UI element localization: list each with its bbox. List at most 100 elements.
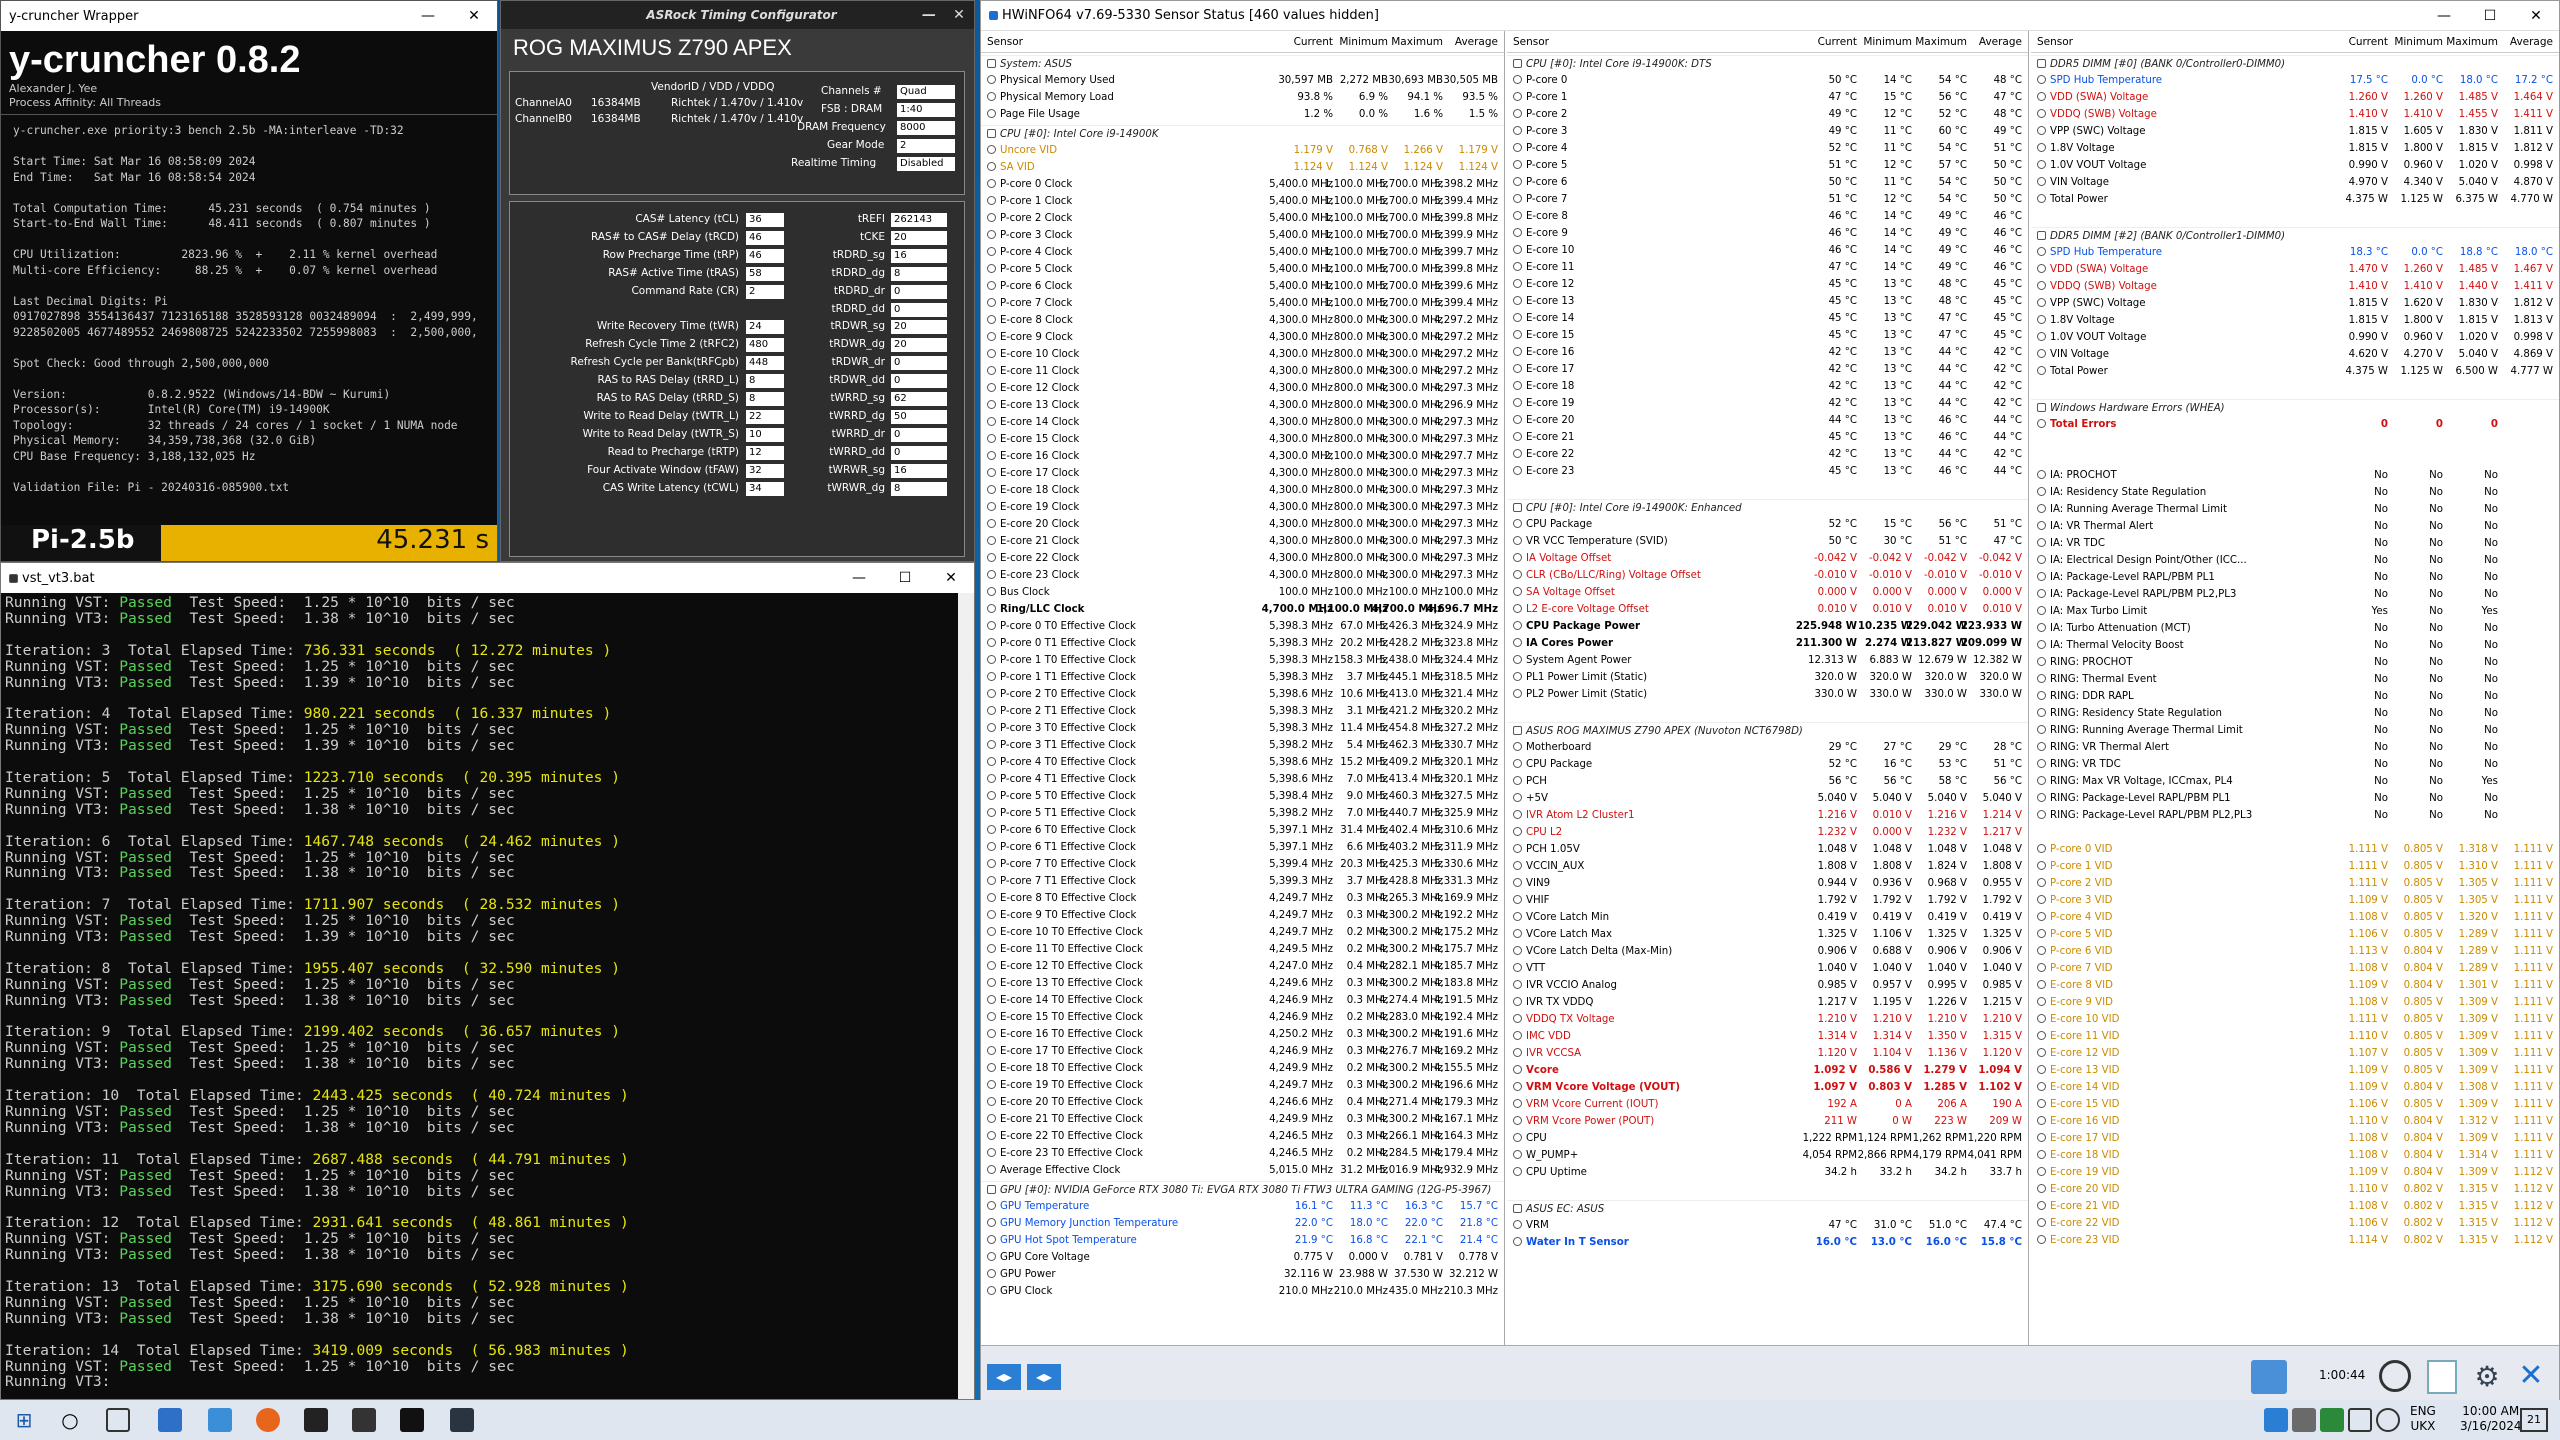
sensor-row[interactable]: P-core 5 VID 1.106 V 0.805 V 1.289 V 1.111 V (2031, 926, 2559, 943)
app-icon-2[interactable] (208, 1408, 232, 1432)
minimize-button[interactable]: — (914, 1, 944, 29)
sensor-row[interactable]: 1.0V VOUT Voltage 0.990 V 0.960 V 1.020 V 0.… (2031, 157, 2559, 174)
sensor-row[interactable]: P-core 0 Clock 5,400.0 MHz 1,100.0 MHz 5,70… (981, 176, 1504, 193)
sensor-row[interactable]: Total Power 4.375 W 1.125 W 6.375 W 4.770 W (2031, 191, 2559, 208)
sensor-row[interactable]: Bus Clock 100.0 MHz 100.0 MHz 100.0 MHz 100.… (981, 584, 1504, 601)
sensor-row[interactable]: DDR5 DIMM [#2] (BANK 0/Controller1-DIMM0… (2031, 227, 2559, 244)
sensor-row[interactable]: E-core 19 VID 1.109 V 0.804 V 1.309 V 1.112 … (2031, 1164, 2559, 1181)
sensor-row[interactable]: P-core 5 Clock 5,400.0 MHz 1,100.0 MHz 5,70… (981, 261, 1504, 278)
sensor-row[interactable]: E-core 18 VID 1.108 V 0.804 V 1.314 V 1.111 … (2031, 1147, 2559, 1164)
sensor-row[interactable]: E-core 12 45 °C 13 °C 48 °C 45 °C (1507, 276, 2028, 293)
sensor-row[interactable]: IA: Package-Level RAPL/PBM PL2,PL3 No No No (2031, 586, 2559, 603)
sensor-row[interactable] (2031, 450, 2559, 467)
sensor-row[interactable]: VIN Voltage 4.620 V 4.270 V 5.040 V 4.869 V (2031, 346, 2559, 363)
sensor-row[interactable]: Total Errors 0 0 0 (2031, 416, 2559, 433)
nav-right-icon[interactable]: ◂▸ (1027, 1364, 1061, 1390)
sensor-row[interactable] (1507, 1181, 2028, 1198)
sensor-row[interactable]: CPU Package 52 °C 15 °C 56 °C 51 °C (1507, 516, 2028, 533)
tray-icon-2[interactable] (2292, 1408, 2316, 1432)
sensor-row[interactable] (2031, 433, 2559, 450)
sensor-row[interactable]: IVR VCCIO Analog 0.985 V 0.957 V 0.995 V 0.9… (1507, 977, 2028, 994)
volume-icon[interactable] (2376, 1408, 2400, 1432)
sensor-row[interactable]: E-core 11 Clock 4,300.0 MHz 800.0 MHz 4,300… (981, 363, 1504, 380)
sensor-row[interactable]: E-core 8 Clock 4,300.0 MHz 800.0 MHz 4,300.… (981, 312, 1504, 329)
header-minimum[interactable]: Minimum (1339, 36, 1388, 48)
field-value[interactable]: 1:40 (897, 103, 955, 117)
sensor-row[interactable]: CPU Package Power 225.948 W 10.235 W 229.04… (1507, 618, 2028, 635)
sensor-row[interactable]: E-core 10 Clock 4,300.0 MHz 800.0 MHz 4,300… (981, 346, 1504, 363)
sensor-row[interactable]: PCH 56 °C 56 °C 58 °C 56 °C (1507, 773, 2028, 790)
sensor-row[interactable]: RING: Residency State Regulation No No No (2031, 705, 2559, 722)
sensor-row[interactable]: E-core 10 46 °C 14 °C 49 °C 46 °C (1507, 242, 2028, 259)
header-current[interactable]: Current (1294, 36, 1333, 48)
sensor-row[interactable]: E-core 20 VID 1.110 V 0.802 V 1.315 V 1.112 … (2031, 1181, 2559, 1198)
sensor-row[interactable]: RING: PROCHOT No No No (2031, 654, 2559, 671)
sensor-row[interactable]: P-core 0 50 °C 14 °C 54 °C 48 °C (1507, 72, 2028, 89)
sensor-row[interactable]: IA: Thermal Velocity Boost No No No (2031, 637, 2559, 654)
field-value[interactable]: 8000 (897, 121, 955, 135)
sensor-row[interactable]: P-core 5 T1 Effective Clock 5,398.2 MHz 7.… (981, 805, 1504, 822)
sensor-row[interactable]: E-core 8 46 °C 14 °C 49 °C 46 °C (1507, 208, 2028, 225)
sensor-row[interactable]: Uncore VID 1.179 V 0.768 V 1.266 V 1.179 V (981, 142, 1504, 159)
sensor-row[interactable] (2031, 380, 2559, 397)
sensor-row[interactable]: VRM Vcore Voltage (VOUT) 1.097 V 0.803 V 1.… (1507, 1079, 2028, 1096)
sensor-row[interactable]: Windows Hardware Errors (WHEA) (2031, 399, 2559, 416)
sensor-row[interactable]: E-core 17 42 °C 13 °C 44 °C 42 °C (1507, 361, 2028, 378)
sensor-row[interactable]: VPP (SWC) Voltage 1.815 V 1.605 V 1.830 V 1.… (2031, 123, 2559, 140)
sensor-row[interactable]: P-core 6 50 °C 11 °C 54 °C 50 °C (1507, 174, 2028, 191)
sensor-row[interactable]: E-core 17 Clock 4,300.0 MHz 800.0 MHz 4,300… (981, 465, 1504, 482)
sensor-row[interactable]: IA Voltage Offset -0.042 V -0.042 V -0.042 … (1507, 550, 2028, 567)
sensor-row[interactable]: E-core 12 VID 1.107 V 0.805 V 1.309 V 1.111 … (2031, 1045, 2559, 1062)
sensor-row[interactable]: IMC VDD 1.314 V 1.314 V 1.350 V 1.315 V (1507, 1028, 2028, 1045)
sensor-row[interactable]: VDDQ TX Voltage 1.210 V 1.210 V 1.210 V 1.21… (1507, 1011, 2028, 1028)
sensor-row[interactable]: VDD (SWA) Voltage 1.260 V 1.260 V 1.485 V 1.… (2031, 89, 2559, 106)
sensor-row[interactable]: E-core 22 T0 Effective Clock 4,246.5 MHz 0… (981, 1128, 1504, 1145)
sensor-row[interactable]: E-core 23 T0 Effective Clock 4,246.5 MHz 0… (981, 1145, 1504, 1162)
sensor-row[interactable]: E-core 19 Clock 4,300.0 MHz 800.0 MHz 4,300… (981, 499, 1504, 516)
field-value[interactable]: Quad (897, 85, 955, 99)
timing-value[interactable]: 22 (746, 409, 784, 424)
sensor-row[interactable]: P-core 0 T0 Effective Clock 5,398.3 MHz 67… (981, 618, 1504, 635)
sensor-row[interactable]: System: ASUS (981, 55, 1504, 72)
sensor-row[interactable] (1507, 703, 2028, 720)
sensor-row[interactable]: P-core 7 Clock 5,400.0 MHz 1,100.0 MHz 5,70… (981, 295, 1504, 312)
sensor-row[interactable]: E-core 9 VID 1.108 V 0.805 V 1.309 V 1.111 V (2031, 994, 2559, 1011)
hwinfo-titlebar[interactable]: HWiNFO64 v7.69-5330 Sensor Status [460 v… (981, 1, 2559, 31)
sensor-row[interactable]: PL2 Power Limit (Static) 330.0 W 330.0 W 33… (1507, 686, 2028, 703)
timing-value[interactable]: 20 (891, 230, 947, 245)
minimize-button[interactable]: — (2421, 1, 2467, 30)
sensor-row[interactable] (2031, 208, 2559, 225)
sensor-row[interactable]: RING: Package-Level RAPL/PBM PL2,PL3 No No… (2031, 807, 2559, 824)
sensor-row[interactable]: Water In T Sensor 16.0 °C 13.0 °C 16.0 °C 15… (1507, 1234, 2028, 1251)
sensor-row[interactable]: E-core 14 Clock 4,300.0 MHz 800.0 MHz 4,300… (981, 414, 1504, 431)
timing-value[interactable]: 20 (891, 338, 947, 353)
sensor-row[interactable]: E-core 10 VID 1.111 V 0.805 V 1.309 V 1.111 … (2031, 1011, 2559, 1028)
sensor-row[interactable]: P-core 6 T1 Effective Clock 5,397.1 MHz 6.… (981, 839, 1504, 856)
sensor-row[interactable]: GPU Hot Spot Temperature 21.9 °C 16.8 °C 22… (981, 1232, 1504, 1249)
sensor-row[interactable]: VCore Latch Min 0.419 V 0.419 V 0.419 V 0.41… (1507, 909, 2028, 926)
sensor-row[interactable]: P-core 4 Clock 5,400.0 MHz 1,100.0 MHz 5,70… (981, 244, 1504, 261)
header-sensor[interactable]: Sensor (1513, 36, 1549, 48)
sensor-row[interactable]: P-core 4 T0 Effective Clock 5,398.6 MHz 15… (981, 754, 1504, 771)
firefox-icon[interactable] (256, 1408, 280, 1432)
sensor-row[interactable]: IA: Turbo Attenuation (MCT) No No No (2031, 620, 2559, 637)
timing-value[interactable]: 46 (746, 230, 784, 245)
sensor-row[interactable]: IVR Atom L2 Cluster1 1.216 V 0.010 V 1.216 … (1507, 807, 2028, 824)
sensor-row[interactable]: Physical Memory Used 30,597 MB 2,272 MB 30,… (981, 72, 1504, 89)
header-maximum[interactable]: Maximum (2446, 36, 2498, 48)
sensor-row[interactable]: IA: Electrical Design Point/Other (ICC..… (2031, 552, 2559, 569)
timing-value[interactable]: 32 (746, 463, 784, 478)
sensor-row[interactable]: ASUS EC: ASUS (1507, 1200, 2028, 1217)
asrock-titlebar[interactable]: ASRock Timing Configurator — ✕ (501, 1, 974, 29)
sensor-row[interactable]: E-core 16 Clock 4,300.0 MHz 2,100.0 MHz 4,3… (981, 448, 1504, 465)
header-minimum[interactable]: Minimum (2394, 36, 2443, 48)
timing-value[interactable]: 480 (746, 338, 784, 353)
timing-value[interactable]: 0 (891, 427, 947, 442)
sensor-row[interactable]: CPU [#0]: Intel Core i9-14900K: DTS (1507, 55, 2028, 72)
sensor-row[interactable]: P-core 0 T1 Effective Clock 5,398.3 MHz 20… (981, 635, 1504, 652)
clock-icon[interactable] (2379, 1360, 2411, 1392)
sensor-row[interactable]: P-core 7 VID 1.108 V 0.804 V 1.289 V 1.111 V (2031, 960, 2559, 977)
sensor-row[interactable]: 1.0V VOUT Voltage 0.990 V 0.960 V 1.020 V 0.… (2031, 329, 2559, 346)
sensor-row[interactable]: P-core 1 VID 1.111 V 0.805 V 1.310 V 1.111 V (2031, 858, 2559, 875)
sensor-row[interactable]: P-core 3 Clock 5,400.0 MHz 1,100.0 MHz 5,70… (981, 227, 1504, 244)
